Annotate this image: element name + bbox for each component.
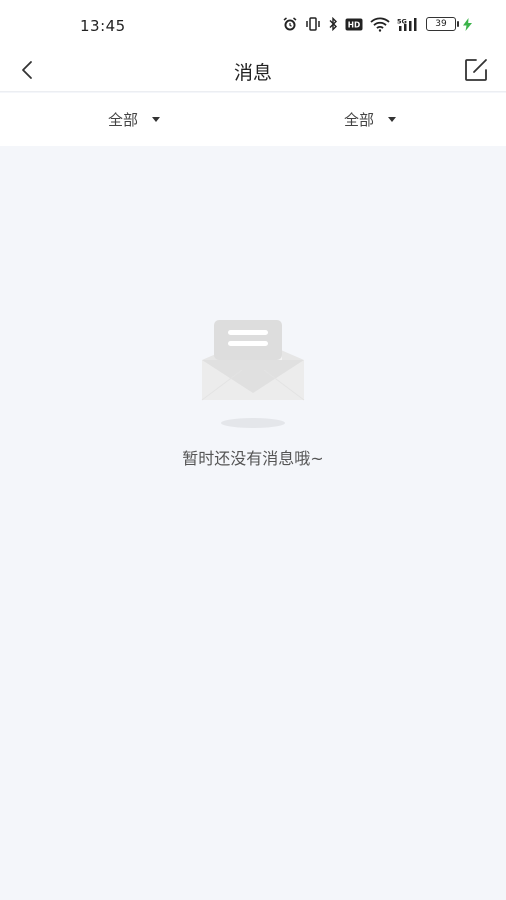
wifi-icon bbox=[370, 17, 390, 32]
page-title: 消息 bbox=[233, 62, 272, 84]
svg-text:HD: HD bbox=[348, 20, 361, 29]
empty-message: 暂时还没有消息哦~ bbox=[182, 449, 324, 468]
empty-mailbox-icon bbox=[201, 320, 305, 428]
filter-label: 全部 bbox=[344, 111, 375, 129]
filter-dropdown-left[interactable]: 全部 bbox=[108, 93, 161, 146]
status-icons: HD 5G 39 bbox=[282, 16, 472, 32]
edit-icon bbox=[465, 59, 487, 81]
battery-icon: 39 bbox=[426, 17, 459, 31]
compose-button[interactable] bbox=[462, 56, 490, 84]
filter-bar: 全部 全部 bbox=[0, 93, 506, 146]
vibrate-icon bbox=[305, 17, 321, 31]
nav-header: 消息 bbox=[0, 48, 506, 92]
battery-level: 39 bbox=[435, 19, 447, 29]
charging-icon bbox=[463, 17, 472, 31]
bluetooth-icon bbox=[328, 17, 338, 31]
caret-down-icon bbox=[152, 117, 161, 122]
filter-dropdown-right[interactable]: 全部 bbox=[344, 93, 397, 146]
alarm-icon bbox=[282, 16, 298, 32]
filter-label: 全部 bbox=[108, 111, 139, 129]
status-time: 13:45 bbox=[80, 17, 126, 35]
5g-signal-icon: 5G bbox=[397, 17, 419, 32]
hd-icon: HD bbox=[345, 18, 363, 31]
caret-down-icon bbox=[388, 117, 397, 122]
status-bar: 13:45 HD 5G 39 bbox=[0, 0, 506, 48]
